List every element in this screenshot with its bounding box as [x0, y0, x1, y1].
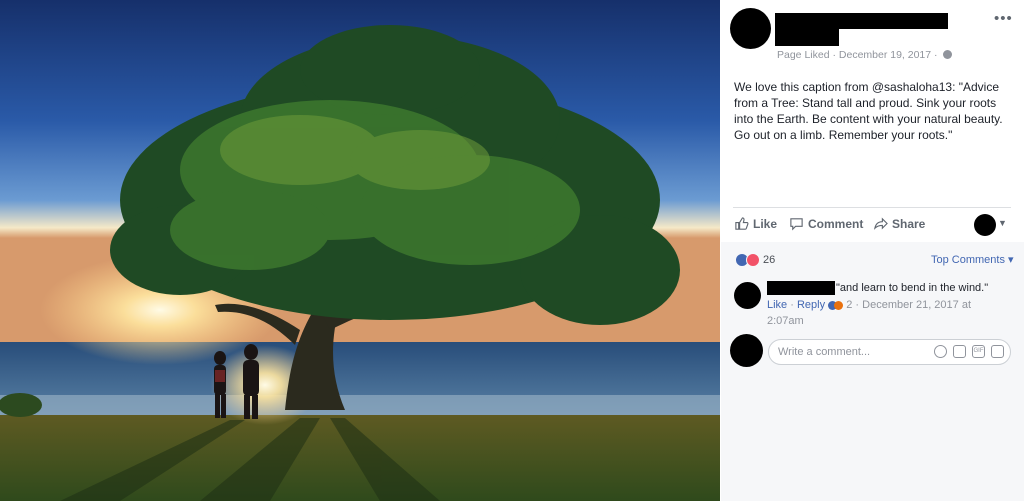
- post-meta: Page Liked · December 19, 2017 ·: [777, 49, 953, 61]
- comment-reactions[interactable]: [828, 300, 844, 314]
- page-avatar[interactable]: [730, 8, 771, 49]
- page-name-redacted-extra: [775, 27, 839, 46]
- comment-icon: [790, 218, 803, 231]
- chevron-down-icon[interactable]: ▼: [998, 218, 1007, 228]
- thumbs-up-icon: [735, 217, 749, 230]
- like-label: Like: [753, 216, 778, 231]
- meta-separator: ·: [934, 49, 938, 61]
- comments-section: 26 Top Comments ▾ "and learn to bend in …: [721, 242, 1024, 501]
- post-photo[interactable]: [0, 0, 720, 501]
- divider: [733, 207, 1011, 208]
- commenter-name-redacted[interactable]: [767, 281, 835, 295]
- post-actions: Like Comment Share ▼: [734, 214, 1012, 236]
- comment-input-placeholder: Write a comment...: [778, 346, 871, 358]
- post-sidebar: ••• Page Liked · December 19, 2017 · We …: [721, 0, 1024, 501]
- comment-reply-link[interactable]: Reply: [797, 299, 825, 311]
- gif-icon[interactable]: GIF: [972, 345, 985, 358]
- comment-reaction-count: 2: [846, 299, 853, 311]
- share-button[interactable]: Share: [873, 216, 925, 231]
- haha-reaction-icon: [834, 301, 844, 310]
- like-button[interactable]: Like: [734, 216, 777, 231]
- viewer-avatar[interactable]: [974, 214, 996, 236]
- globe-icon: [943, 50, 953, 59]
- share-label: Share: [892, 216, 926, 231]
- page-liked-status[interactable]: Page Liked: [777, 49, 830, 61]
- comment-like-link[interactable]: Like: [767, 299, 787, 311]
- love-reaction-icon: [746, 253, 760, 267]
- emoji-icon[interactable]: [934, 345, 947, 358]
- meta-separator: ·: [832, 49, 836, 61]
- comment-sort-dropdown[interactable]: Top Comments ▾: [931, 253, 1014, 266]
- reactions-summary[interactable]: 26: [735, 253, 775, 267]
- comment-input[interactable]: Write a comment... GIF: [768, 339, 1011, 365]
- post-caption: We love this caption from @sashaloha13: …: [734, 80, 1003, 142]
- sticker-icon[interactable]: [991, 345, 1004, 358]
- comment-button[interactable]: Comment: [789, 216, 863, 231]
- camera-icon[interactable]: [953, 345, 966, 358]
- commenter-avatar[interactable]: [734, 282, 761, 309]
- comment-meta: Like · Reply 2 · December 21, 2017 at 2:…: [767, 299, 972, 327]
- post-date[interactable]: December 19, 2017: [839, 49, 931, 61]
- more-options-icon[interactable]: •••: [994, 10, 1013, 27]
- share-icon: [873, 217, 888, 230]
- viewer-comment-avatar: [730, 334, 763, 367]
- reaction-count: 26: [763, 254, 776, 266]
- comment-text: "and learn to bend in the wind.": [836, 282, 989, 294]
- composer-icons: GIF: [934, 345, 1004, 358]
- comment-label: Comment: [808, 216, 864, 231]
- photo-image: [0, 0, 720, 501]
